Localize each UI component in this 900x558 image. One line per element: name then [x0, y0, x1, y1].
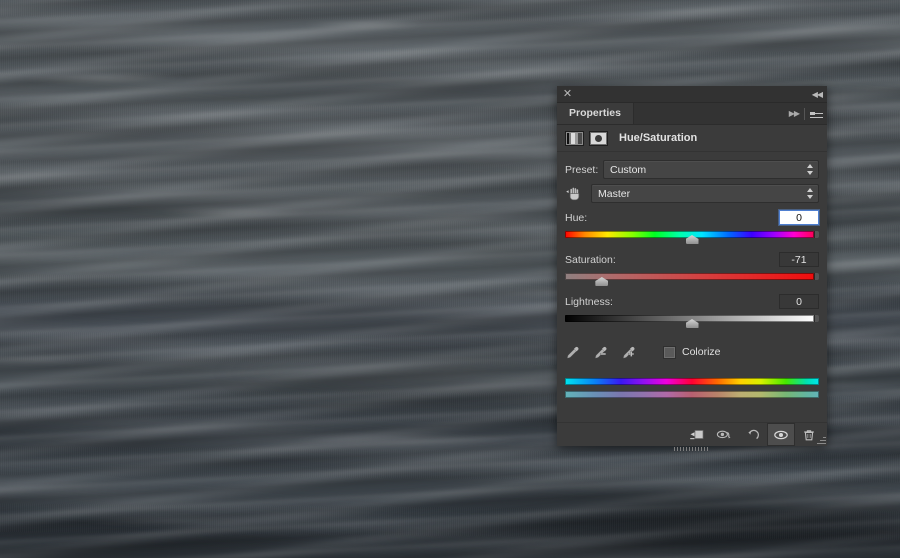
eyedropper-minus-icon[interactable]	[593, 345, 608, 360]
tab-properties[interactable]: Properties	[557, 103, 634, 124]
track-end-cap	[814, 315, 819, 322]
expand-panel-icon[interactable]: ▶▶	[789, 109, 799, 118]
panel-footer	[557, 422, 827, 446]
lightness-input[interactable]: 0	[779, 294, 819, 309]
lightness-slider-group: Lightness: 0	[565, 296, 819, 328]
saturation-input[interactable]: -71	[779, 252, 819, 267]
source-color-spectrum-bar[interactable]	[565, 378, 819, 385]
saturation-track-wrap[interactable]	[565, 272, 819, 286]
hue-track-wrap[interactable]	[565, 230, 819, 244]
channel-value: Master	[598, 188, 630, 200]
tab-row-controls: ▶▶	[789, 103, 823, 124]
eyedropper-icon[interactable]	[565, 345, 580, 360]
result-color-spectrum-bar	[565, 391, 819, 398]
collapse-to-icons-icon[interactable]: ◀◀	[812, 89, 822, 100]
clip-to-layer-button[interactable]	[683, 423, 711, 446]
adjustment-header: Hue/Saturation	[557, 125, 827, 152]
panel-titlebar[interactable]: ✕ ◀◀	[557, 86, 827, 103]
adjustment-layer-thumbnail-icon[interactable]	[565, 131, 584, 146]
colorize-checkbox-row[interactable]: Colorize	[663, 346, 721, 359]
eyedropper-row: Colorize	[565, 342, 819, 362]
preset-row: Preset: Custom	[565, 161, 819, 178]
reset-adjustment-button[interactable]	[739, 423, 767, 446]
preset-select[interactable]: Custom	[603, 160, 819, 179]
panel-tab-row: Properties ▶▶	[557, 103, 827, 125]
hue-slider-group: Hue: 0	[565, 212, 819, 244]
panel-body: Preset: Custom Master	[557, 152, 827, 422]
on-image-adjustment-hand-icon[interactable]	[565, 185, 585, 202]
divider	[804, 108, 805, 120]
layer-mask-thumbnail-icon[interactable]	[589, 131, 608, 146]
photoshop-screen: ✕ ◀◀ Properties ▶▶ Hue/Saturation Preset…	[0, 0, 900, 558]
channel-select[interactable]: Master	[591, 184, 819, 203]
track-end-cap	[814, 273, 819, 280]
close-icon[interactable]: ✕	[562, 89, 573, 100]
page-title: Hue/Saturation	[619, 132, 697, 144]
chevron-updown-icon[interactable]	[807, 188, 814, 199]
channel-row: Master	[565, 185, 819, 202]
hue-input[interactable]: 0	[779, 210, 819, 225]
eyedropper-plus-icon[interactable]	[621, 345, 636, 360]
colorize-label: Colorize	[682, 346, 721, 358]
toggle-previous-state-button[interactable]	[711, 423, 739, 446]
saturation-slider-group: Saturation: -71	[565, 254, 819, 286]
chevron-updown-icon[interactable]	[807, 164, 814, 175]
toggle-visibility-button[interactable]	[767, 423, 795, 446]
resize-grip-icon[interactable]	[816, 435, 826, 445]
colorize-checkbox[interactable]	[663, 346, 676, 359]
panel-menu-icon[interactable]	[810, 109, 823, 119]
lightness-track-wrap[interactable]	[565, 314, 819, 328]
track-end-cap	[814, 231, 819, 238]
properties-panel: ✕ ◀◀ Properties ▶▶ Hue/Saturation Preset…	[557, 86, 827, 446]
preset-value: Custom	[610, 164, 646, 176]
spectrum-bars	[565, 378, 819, 398]
preset-label: Preset:	[565, 164, 603, 176]
drag-grip-icon[interactable]	[674, 447, 710, 451]
